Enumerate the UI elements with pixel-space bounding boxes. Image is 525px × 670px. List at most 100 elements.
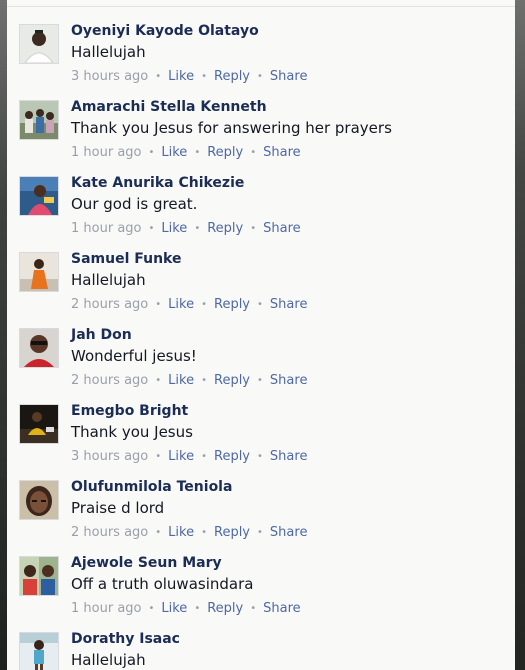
comment-timestamp[interactable]: 2 hours ago xyxy=(71,297,148,312)
separator-dot: • xyxy=(201,451,207,462)
separator-dot: • xyxy=(194,223,201,234)
comments-panel: Oyeniyi Kayode Olatayo Hallelujah 3 hour… xyxy=(7,0,515,670)
separator-dot: • xyxy=(250,223,257,234)
avatar[interactable] xyxy=(19,176,59,216)
comment-meta: 2 hours ago • Like • Reply • Share xyxy=(71,525,307,540)
screen-right-edge xyxy=(515,0,525,670)
commenter-name[interactable]: Oyeniyi Kayode Olatayo xyxy=(71,23,259,39)
comment-item: Amarachi Stella Kenneth Thank you Jesus … xyxy=(7,90,515,166)
share-button[interactable]: Share xyxy=(270,69,308,84)
share-button[interactable]: Share xyxy=(270,373,308,388)
separator-dot: • xyxy=(194,603,201,614)
comment-text: Hallelujah xyxy=(71,43,146,61)
comment-timestamp[interactable]: 3 hours ago xyxy=(71,69,148,84)
avatar[interactable] xyxy=(19,632,59,670)
comment-timestamp[interactable]: 2 hours ago xyxy=(71,525,148,540)
avatar[interactable] xyxy=(19,404,59,444)
like-button[interactable]: Like xyxy=(168,525,194,540)
reply-button[interactable]: Reply xyxy=(207,601,243,616)
comment-meta: 1 hour ago • Like • Reply • Share xyxy=(71,601,301,616)
separator-dot: • xyxy=(155,451,162,462)
comment-timestamp[interactable]: 2 hours ago xyxy=(71,373,148,388)
comment-meta: 2 hours ago • Like • Reply • Share xyxy=(71,297,307,312)
separator-dot: • xyxy=(155,527,162,538)
separator-dot: • xyxy=(148,223,155,234)
reply-button[interactable]: Reply xyxy=(214,373,250,388)
comment-text: Wonderful jesus! xyxy=(71,347,197,365)
comment-meta: 1 hour ago • Like • Reply • Share xyxy=(71,221,301,236)
comment-text: Thank you Jesus for answering her prayer… xyxy=(71,119,392,137)
divider xyxy=(7,6,515,7)
reply-button[interactable]: Reply xyxy=(207,145,243,160)
avatar[interactable] xyxy=(19,480,59,520)
separator-dot: • xyxy=(257,375,263,386)
like-button[interactable]: Like xyxy=(168,69,194,84)
avatar[interactable] xyxy=(19,100,59,140)
comment-timestamp[interactable]: 1 hour ago xyxy=(71,221,141,236)
separator-dot: • xyxy=(257,71,263,82)
comment-item: Kate Anurika Chikezie Our god is great. … xyxy=(7,166,515,242)
comment-item: Dorathy Isaac Hallelujah xyxy=(7,622,515,670)
comment-text: Thank you Jesus xyxy=(71,423,193,441)
commenter-name[interactable]: Ajewole Seun Mary xyxy=(71,555,222,571)
comment-item: Oyeniyi Kayode Olatayo Hallelujah 3 hour… xyxy=(7,14,515,90)
separator-dot: • xyxy=(257,451,263,462)
separator-dot: • xyxy=(201,299,207,310)
commenter-name[interactable]: Jah Don xyxy=(71,327,132,343)
separator-dot: • xyxy=(155,375,162,386)
separator-dot: • xyxy=(257,527,263,538)
comment-item: Jah Don Wonderful jesus! 2 hours ago • Lik… xyxy=(7,318,515,394)
avatar[interactable] xyxy=(19,252,59,292)
like-button[interactable]: Like xyxy=(161,221,187,236)
share-button[interactable]: Share xyxy=(263,145,301,160)
share-button[interactable]: Share xyxy=(270,525,308,540)
commenter-name[interactable]: Olufunmilola Teniola xyxy=(71,479,232,495)
comment-text: Our god is great. xyxy=(71,195,198,213)
comment-text: Praise d lord xyxy=(71,499,165,517)
separator-dot: • xyxy=(201,527,207,538)
reply-button[interactable]: Reply xyxy=(214,525,250,540)
screen-left-edge xyxy=(0,0,7,670)
reply-button[interactable]: Reply xyxy=(214,449,250,464)
separator-dot: • xyxy=(201,71,207,82)
comment-timestamp[interactable]: 1 hour ago xyxy=(71,601,141,616)
separator-dot: • xyxy=(250,147,257,158)
comment-item: Ajewole Seun Mary Off a truth oluwasinda… xyxy=(7,546,515,622)
share-button[interactable]: Share xyxy=(270,297,308,312)
comment-item: Olufunmilola Teniola Praise d lord 2 hou… xyxy=(7,470,515,546)
separator-dot: • xyxy=(194,147,201,158)
comment-item: Samuel Funke Hallelujah 2 hours ago • Like… xyxy=(7,242,515,318)
reply-button[interactable]: Reply xyxy=(207,221,243,236)
comment-timestamp[interactable]: 1 hour ago xyxy=(71,145,141,160)
reply-button[interactable]: Reply xyxy=(214,297,250,312)
like-button[interactable]: Like xyxy=(161,601,187,616)
share-button[interactable]: Share xyxy=(270,449,308,464)
avatar[interactable] xyxy=(19,556,59,596)
separator-dot: • xyxy=(201,375,207,386)
separator-dot: • xyxy=(257,299,263,310)
share-button[interactable]: Share xyxy=(263,601,301,616)
like-button[interactable]: Like xyxy=(168,297,194,312)
separator-dot: • xyxy=(148,603,155,614)
comment-item: Emegbo Bright Thank you Jesus 3 hours ag… xyxy=(7,394,515,470)
separator-dot: • xyxy=(155,71,162,82)
avatar[interactable] xyxy=(19,24,59,64)
commenter-name[interactable]: Emegbo Bright xyxy=(71,403,188,419)
comment-meta: 3 hours ago • Like • Reply • Share xyxy=(71,69,307,84)
separator-dot: • xyxy=(155,299,162,310)
avatar[interactable] xyxy=(19,328,59,368)
commenter-name[interactable]: Dorathy Isaac xyxy=(71,631,180,647)
comment-meta: 3 hours ago • Like • Reply • Share xyxy=(71,449,307,464)
comment-meta: 2 hours ago • Like • Reply • Share xyxy=(71,373,307,388)
like-button[interactable]: Like xyxy=(168,373,194,388)
reply-button[interactable]: Reply xyxy=(214,69,250,84)
comment-text: Off a truth oluwasindara xyxy=(71,575,254,593)
share-button[interactable]: Share xyxy=(263,221,301,236)
like-button[interactable]: Like xyxy=(161,145,187,160)
commenter-name[interactable]: Samuel Funke xyxy=(71,251,181,267)
comment-meta: 1 hour ago • Like • Reply • Share xyxy=(71,145,301,160)
like-button[interactable]: Like xyxy=(168,449,194,464)
commenter-name[interactable]: Kate Anurika Chikezie xyxy=(71,175,244,191)
commenter-name[interactable]: Amarachi Stella Kenneth xyxy=(71,99,267,115)
comment-timestamp[interactable]: 3 hours ago xyxy=(71,449,148,464)
